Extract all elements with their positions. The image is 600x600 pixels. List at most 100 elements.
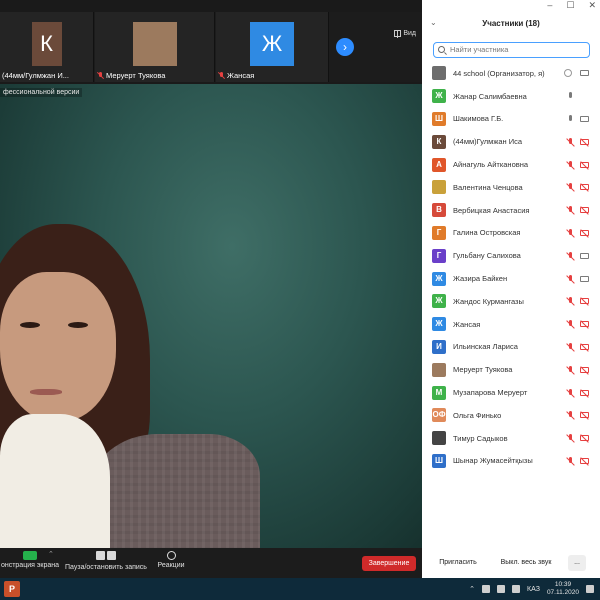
panel-footer: Пригласить Выкл. весь звук ... [422, 553, 600, 573]
camera-off-icon[interactable] [580, 389, 589, 396]
participant-name: Вербицкая Анастасия [453, 205, 530, 215]
camera-off-icon[interactable] [580, 366, 589, 373]
thumbnail-tile[interactable]: Меруерт Туякова [95, 12, 215, 82]
participant-status [566, 296, 592, 306]
participant-name: 44 school (Организатор, я) [453, 68, 545, 78]
video-thumbnail-strip: К (44мм/Гулмжан И... Меруерт Туякова Ж Ж… [0, 12, 422, 82]
mic-muted-icon[interactable] [566, 297, 575, 306]
window-controls: – ☐ ✕ [547, 0, 596, 11]
avatar: Ж [250, 22, 294, 66]
participant-status [566, 319, 592, 329]
mic-muted-icon[interactable] [566, 342, 575, 352]
participant-row[interactable]: Тимур Садыков [422, 427, 600, 450]
participant-row[interactable]: И Ильинская Лариса [422, 336, 600, 359]
mic-icon[interactable] [482, 585, 491, 593]
participant-name: Ольга Финько [453, 410, 502, 420]
participant-row[interactable]: Валентина Ченцова [422, 176, 600, 199]
smile-icon [166, 551, 176, 560]
mute-all-button[interactable]: Выкл. весь звук [498, 555, 554, 571]
chevron-up-icon[interactable]: ⌃ [469, 585, 475, 593]
participant-row[interactable]: Ж Жазира Байкен [422, 267, 600, 290]
participant-row[interactable]: Г Гульбану Салихова [422, 244, 600, 267]
camera-off-icon[interactable] [580, 457, 589, 464]
participant-name: Меруерт Туякова [453, 365, 513, 375]
watermark-text: фессиональной версии [0, 88, 83, 97]
mic-muted-icon[interactable] [566, 320, 575, 329]
participant-row[interactable]: Ж Жандос Курмангазы [422, 290, 600, 313]
meeting-toolbar: онстрация экрана ⌃ Пауза/остановить запи… [0, 548, 422, 578]
camera-off-icon[interactable] [580, 298, 589, 305]
notifications-icon[interactable] [586, 585, 594, 593]
camera-icon[interactable] [580, 252, 589, 259]
participant-row[interactable]: 44 school (Организатор, я) [422, 62, 600, 85]
mic-muted-icon[interactable] [566, 456, 575, 466]
thumbnail-tile[interactable]: К (44мм/Гулмжан И... [0, 12, 94, 82]
next-page-button[interactable]: › [336, 38, 354, 56]
mic-icon[interactable] [566, 114, 575, 124]
camera-off-icon[interactable] [580, 412, 589, 419]
pause-recording-button[interactable]: Пауза/остановить запись [64, 551, 148, 571]
participant-row[interactable]: Ш Шакимова Г.Б. [422, 108, 600, 131]
active-speaker-video: фессиональной версии [0, 84, 422, 548]
reactions-button[interactable]: Реакции [154, 551, 188, 569]
participant-row[interactable]: Меруерт Туякова [422, 358, 600, 381]
camera-off-icon[interactable] [580, 343, 589, 350]
participant-row[interactable]: Ж Жанар Салимбаевна [422, 85, 600, 108]
close-button[interactable]: ✕ [588, 0, 596, 11]
mic-icon[interactable] [566, 92, 575, 101]
mic-muted-icon[interactable] [566, 183, 575, 192]
mic-muted-icon[interactable] [566, 274, 575, 284]
camera-off-icon[interactable] [580, 161, 589, 168]
mic-muted-icon[interactable] [566, 365, 575, 375]
mic-muted-icon[interactable] [566, 160, 575, 170]
network-icon[interactable] [497, 585, 506, 593]
avatar [432, 431, 446, 446]
avatar: Ж [432, 294, 446, 309]
participant-status [566, 274, 592, 284]
participant-row[interactable]: Ш Шынар Жумасейтқызы [422, 450, 600, 473]
participant-name: Тимур Садыков [453, 433, 508, 443]
invite-button[interactable]: Пригласить [436, 555, 480, 571]
maximize-button[interactable]: ☐ [566, 0, 574, 11]
language-indicator[interactable]: КАЗ [527, 586, 540, 593]
search-input[interactable]: Найти участника [433, 42, 590, 58]
view-button[interactable]: Вид [394, 30, 416, 37]
avatar: Ш [432, 111, 446, 126]
chevron-up-icon[interactable]: ⌃ [48, 550, 54, 558]
participant-row[interactable]: Ж Жансая [422, 313, 600, 336]
mic-muted-icon[interactable] [566, 434, 575, 443]
participant-name: Шынар Жумасейтқызы [453, 456, 533, 466]
camera-icon[interactable] [580, 275, 589, 282]
camera-off-icon[interactable] [580, 435, 589, 442]
mic-muted-icon[interactable] [566, 388, 575, 398]
camera-off-icon[interactable] [580, 229, 589, 236]
more-options-button[interactable]: ... [568, 555, 586, 571]
mic-muted-icon[interactable] [566, 206, 575, 215]
camera-icon[interactable] [580, 115, 589, 122]
camera-icon[interactable] [580, 70, 589, 77]
speaker-sweater [0, 414, 110, 548]
mic-muted-icon[interactable] [566, 137, 575, 147]
participant-row[interactable]: ОФ Ольга Финько [422, 404, 600, 427]
mic-muted-icon[interactable] [566, 251, 575, 261]
participant-row[interactable]: В Вербицкая Анастасия [422, 199, 600, 222]
powerpoint-icon[interactable]: P [4, 581, 20, 597]
mic-muted-icon[interactable] [566, 228, 575, 238]
mic-muted-icon[interactable] [566, 411, 575, 420]
participant-row[interactable]: Г Галина Островская [422, 222, 600, 245]
end-meeting-button[interactable]: Завершение [362, 556, 416, 571]
reactions-label: Реакции [157, 562, 185, 569]
camera-off-icon[interactable] [580, 207, 589, 214]
participant-row[interactable]: М Музапарова Меруерт [422, 381, 600, 404]
volume-icon[interactable] [512, 585, 521, 593]
clock[interactable]: 10:39 07.11.2020 [547, 581, 579, 597]
participant-status [566, 410, 592, 420]
camera-off-icon[interactable] [580, 138, 589, 145]
participant-row[interactable]: К (44мм)Гулмжан Иса [422, 130, 600, 153]
participant-row[interactable]: А Айнагуль Айткановна [422, 153, 600, 176]
camera-off-icon[interactable] [580, 321, 589, 328]
avatar: Г [432, 225, 446, 240]
camera-off-icon[interactable] [580, 184, 589, 191]
thumbnail-tile[interactable]: Ж Жансая [216, 12, 329, 82]
minimize-button[interactable]: – [547, 0, 552, 11]
